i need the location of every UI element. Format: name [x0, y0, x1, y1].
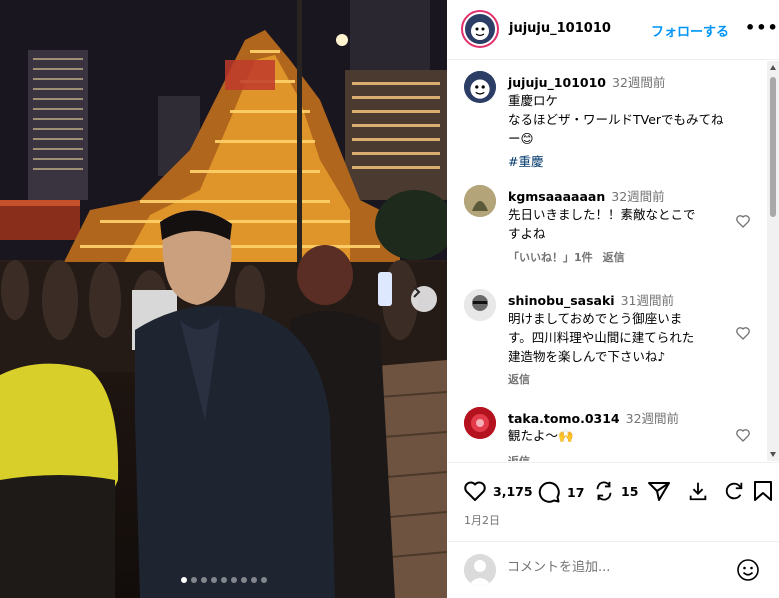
- comment-heart-icon[interactable]: [735, 427, 751, 443]
- comment-composer: [447, 541, 779, 598]
- commenter-username[interactable]: taka.tomo.0314: [508, 411, 620, 426]
- refresh-icon: [725, 482, 743, 500]
- heart-icon: [464, 481, 486, 501]
- author-username[interactable]: jujuju_101010: [509, 21, 611, 36]
- caption-text: 重慶ロケ なるほどザ・ワールドTVerでもみてね ー😊: [508, 93, 724, 146]
- comment-bubble-icon: [538, 481, 560, 503]
- scroll-down-arrow-icon[interactable]: [770, 452, 776, 457]
- scrollbar-thumb[interactable]: [770, 77, 776, 217]
- carousel-dot: [200, 577, 207, 583]
- photo-avatar-icon: [464, 289, 496, 321]
- default-user-icon: [464, 554, 496, 586]
- carousel-dot: [240, 577, 247, 583]
- refresh-button[interactable]: [723, 480, 745, 502]
- hashtag-link[interactable]: #重慶: [508, 151, 543, 170]
- carousel-indicator: [0, 577, 447, 583]
- author-avatar[interactable]: [464, 71, 496, 103]
- carousel-next-button[interactable]: [411, 286, 437, 312]
- comment-heart-icon[interactable]: [735, 325, 751, 341]
- commenter-avatar[interactable]: [464, 185, 496, 217]
- comment-time: 31週間前: [620, 293, 674, 308]
- carousel-dot: [180, 577, 187, 583]
- post-photo: [0, 0, 447, 598]
- chevron-right-icon: [413, 286, 421, 298]
- comment-header: shinobu_sasaki 31週間前: [508, 290, 674, 309]
- comment-button[interactable]: 17: [537, 480, 584, 504]
- commenter-username[interactable]: kgmsaaaaaan: [508, 189, 605, 204]
- comment-likes-count[interactable]: 「いいね！」1件: [508, 251, 593, 264]
- emoji-icon: [737, 559, 759, 581]
- comment-meta: 「いいね！」1件 返信: [508, 249, 635, 265]
- comment-input[interactable]: [507, 560, 727, 575]
- bookmark-icon: [754, 481, 772, 501]
- comments-list[interactable]: jujuju_101010 32週間前 重慶ロケ なるほどザ・ワールドTVerでも…: [447, 61, 767, 461]
- comment-heart-icon[interactable]: [735, 213, 751, 229]
- comment-text: 先日いきました！！素敵なとこで すよね: [508, 207, 696, 241]
- comment-text: 観たよ〜🙌: [508, 428, 574, 443]
- save-button[interactable]: [753, 480, 773, 502]
- post-side-panel: jujuju_101010 フォローする ••• jujuju_101010 32…: [447, 0, 779, 598]
- caption-username[interactable]: jujuju_101010: [508, 75, 606, 90]
- night-scene-illustration: [0, 0, 447, 598]
- scroll-up-arrow-icon[interactable]: [770, 65, 776, 70]
- follow-button[interactable]: フォローする: [651, 21, 729, 40]
- carousel-dot: [190, 577, 197, 583]
- reposts-count: 15: [621, 483, 639, 499]
- comment-header: kgmsaaaaaan 32週間前: [508, 186, 665, 205]
- mascot-avatar-icon: [464, 71, 496, 103]
- share-button[interactable]: [647, 480, 671, 502]
- post-header: jujuju_101010 フォローする •••: [447, 0, 779, 60]
- comment-time: 32週間前: [625, 411, 680, 426]
- send-icon: [648, 482, 670, 501]
- download-button[interactable]: [687, 480, 709, 502]
- current-user-avatar: [464, 554, 496, 586]
- comment-header: taka.tomo.0314 32週間前: [508, 408, 679, 427]
- post-date: 1月2日: [464, 514, 500, 527]
- carousel-dot: [250, 577, 257, 583]
- like-button[interactable]: 3,175: [463, 480, 533, 502]
- comments-scrollbar[interactable]: [767, 61, 779, 461]
- carousel-dot: [210, 577, 217, 583]
- reply-button[interactable]: 返信: [508, 373, 530, 386]
- likes-count: 3,175: [493, 483, 533, 499]
- commenter-username[interactable]: shinobu_sasaki: [508, 293, 615, 308]
- caption-header: jujuju_101010 32週間前: [508, 72, 665, 91]
- mascot-avatar-icon: [465, 14, 495, 44]
- commenter-avatar[interactable]: [464, 289, 496, 321]
- more-options-button[interactable]: •••: [745, 18, 779, 37]
- comment-meta: 返信: [508, 371, 540, 387]
- commenter-avatar[interactable]: [464, 407, 496, 439]
- carousel-dot: [260, 577, 267, 583]
- comment-meta: 返信: [508, 453, 540, 461]
- comments-count: 17: [567, 484, 585, 500]
- repost-icon: [596, 481, 612, 501]
- repost-button[interactable]: 15: [593, 480, 638, 502]
- emoji-button[interactable]: [736, 558, 760, 586]
- author-avatar[interactable]: [461, 10, 499, 48]
- carousel-dot: [220, 577, 227, 583]
- caption-time: 32週間前: [612, 75, 666, 90]
- comment-text: 明けましておめでとう御座いま す。四川料理や山間に建てられた 建造物を楽しんで下…: [508, 311, 695, 364]
- reply-button[interactable]: 返信: [508, 455, 530, 461]
- carousel-dot: [230, 577, 237, 583]
- photo-avatar-icon: [464, 185, 496, 217]
- photo-avatar-icon: [464, 407, 496, 439]
- reply-button[interactable]: 返信: [603, 251, 625, 264]
- download-icon: [689, 482, 707, 501]
- comment-time: 32週間前: [611, 189, 665, 204]
